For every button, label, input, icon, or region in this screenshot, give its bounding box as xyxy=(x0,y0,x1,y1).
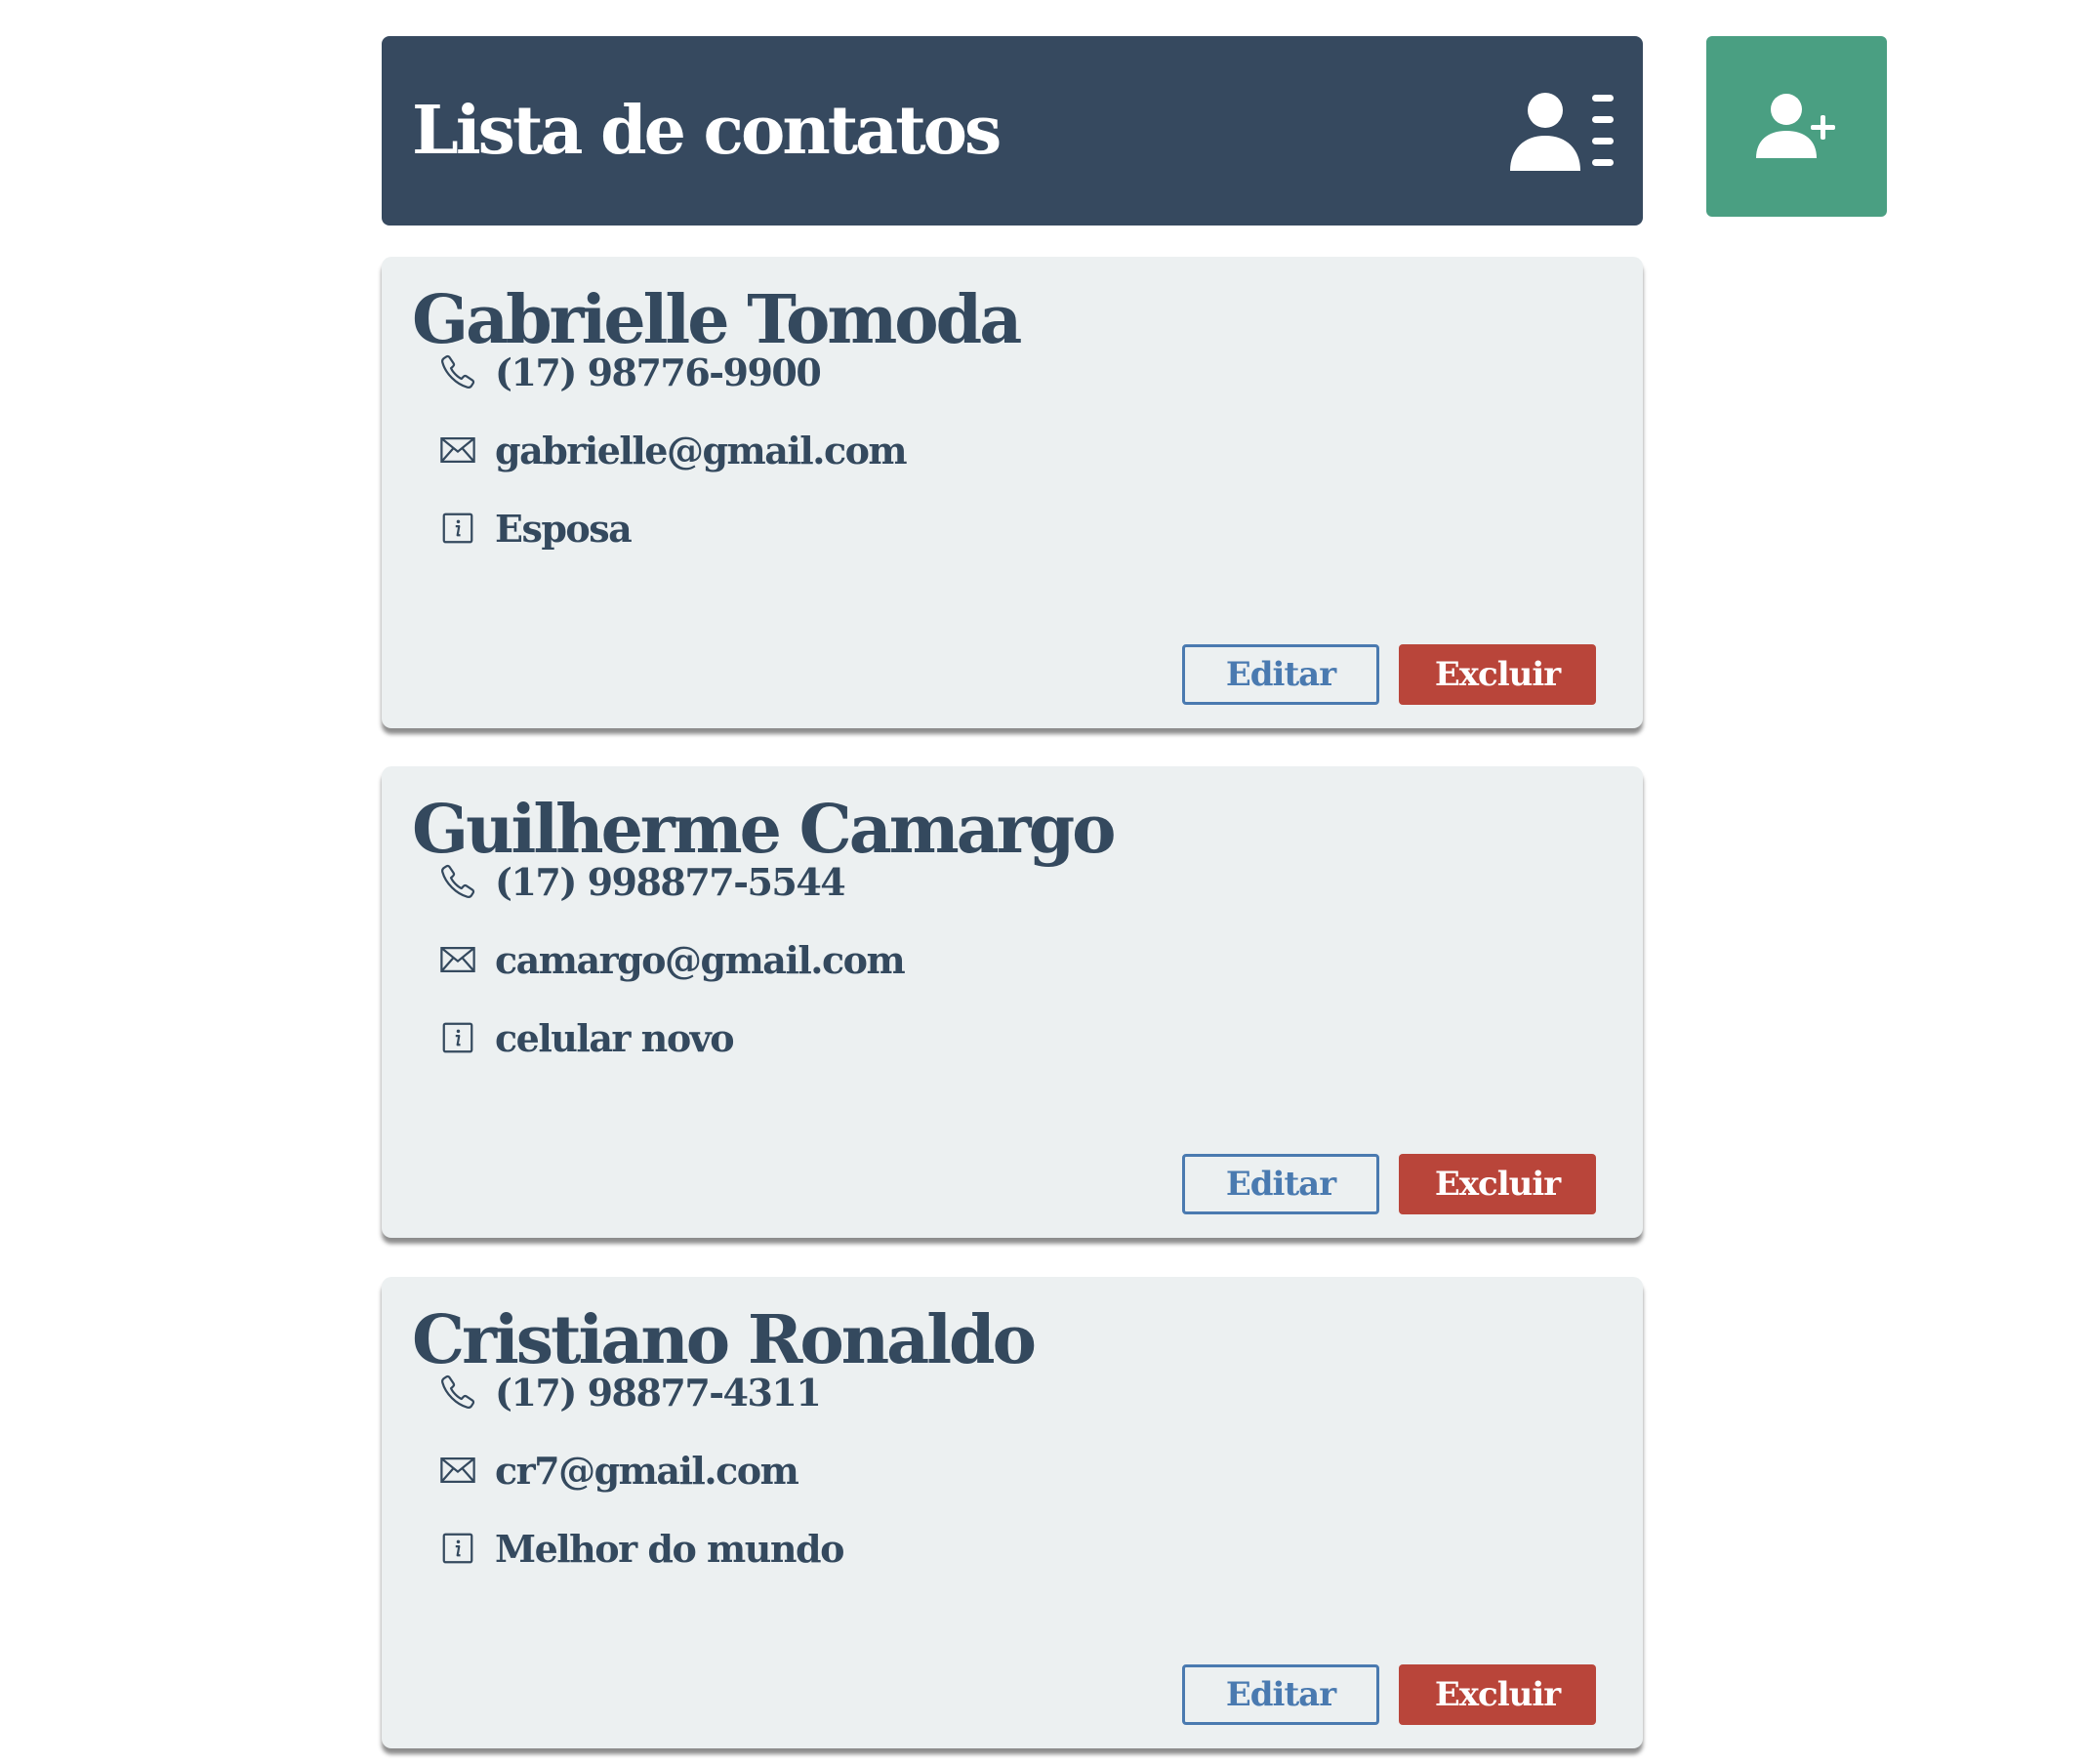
contact-phone: (17) 998877-5544 xyxy=(495,859,846,904)
envelope-icon xyxy=(438,1451,477,1490)
contact-email-row: gabrielle@gmail.com xyxy=(438,426,908,474)
contact-description: Melhor do mundo xyxy=(495,1526,844,1571)
contact-name: Gabrielle Tomoda xyxy=(412,281,1022,359)
info-icon xyxy=(438,509,477,548)
user-plus-icon xyxy=(1755,93,1835,158)
page-header: Lista de contatos xyxy=(382,36,1643,226)
delete-button[interactable]: Excluir xyxy=(1399,1154,1596,1214)
info-icon xyxy=(438,1018,477,1057)
contact-email: camargo@gmail.com xyxy=(495,937,906,982)
contact-email-row: cr7@gmail.com xyxy=(438,1446,799,1495)
add-contact-button[interactable] xyxy=(1706,36,1887,217)
edit-button[interactable]: Editar xyxy=(1182,1154,1379,1214)
contact-email: gabrielle@gmail.com xyxy=(495,428,908,472)
contact-card: Cristiano Ronaldo (17) 98877-4311 cr7@gm… xyxy=(382,1277,1643,1748)
address-book-icon xyxy=(1510,93,1614,171)
contact-phone-row: (17) 998877-5544 xyxy=(438,857,846,906)
edit-button[interactable]: Editar xyxy=(1182,644,1379,705)
contact-card: Guilherme Camargo (17) 998877-5544 camar… xyxy=(382,766,1643,1238)
contact-description-row: celular novo xyxy=(438,1013,735,1062)
phone-icon xyxy=(438,1373,477,1412)
page-title: Lista de contatos xyxy=(412,92,1002,170)
info-icon xyxy=(438,1529,477,1568)
contact-description-row: Melhor do mundo xyxy=(438,1524,844,1573)
envelope-icon xyxy=(438,431,477,470)
contact-email: cr7@gmail.com xyxy=(495,1448,799,1493)
envelope-icon xyxy=(438,940,477,979)
contact-phone-row: (17) 98776-9900 xyxy=(438,348,822,396)
phone-icon xyxy=(438,862,477,901)
edit-button[interactable]: Editar xyxy=(1182,1664,1379,1725)
contact-phone: (17) 98776-9900 xyxy=(495,349,822,394)
contact-name: Guilherme Camargo xyxy=(412,791,1117,869)
contact-email-row: camargo@gmail.com xyxy=(438,935,906,984)
contact-card: Gabrielle Tomoda (17) 98776-9900 gabriel… xyxy=(382,257,1643,728)
delete-button[interactable]: Excluir xyxy=(1399,1664,1596,1725)
contact-name: Cristiano Ronaldo xyxy=(412,1301,1037,1379)
phone-icon xyxy=(438,352,477,391)
contact-phone: (17) 98877-4311 xyxy=(495,1370,822,1415)
contact-description: celular novo xyxy=(495,1015,735,1060)
delete-button[interactable]: Excluir xyxy=(1399,644,1596,705)
contact-description: Esposa xyxy=(495,506,633,551)
contact-description-row: Esposa xyxy=(438,504,633,553)
contact-phone-row: (17) 98877-4311 xyxy=(438,1368,822,1416)
